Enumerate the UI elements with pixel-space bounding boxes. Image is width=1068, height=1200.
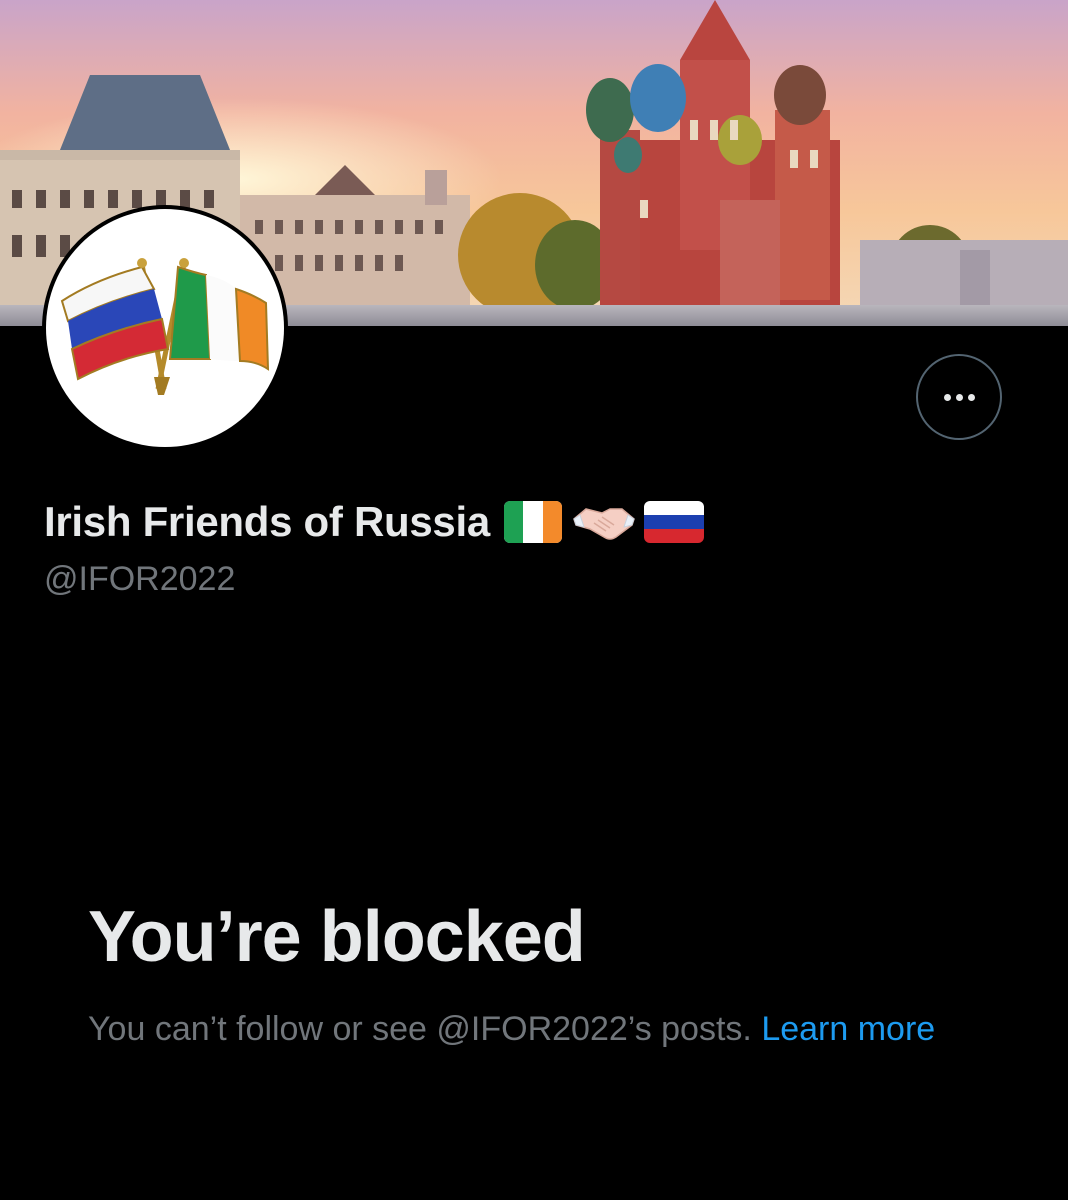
flag-russia-icon bbox=[643, 501, 704, 543]
profile-name-row: Irish Friends of Russia bbox=[44, 494, 704, 550]
blocked-title: You’re blocked bbox=[88, 897, 586, 977]
learn-more-link[interactable]: Learn more bbox=[761, 1010, 935, 1048]
profile-handle: @IFOR2022 bbox=[44, 560, 236, 598]
more-options-button[interactable] bbox=[916, 354, 1002, 440]
russia-ireland-friendship-pin-icon bbox=[60, 258, 270, 395]
blocked-message: You can’t follow or see @IFOR2022’s post… bbox=[88, 1004, 968, 1054]
handshake-icon bbox=[572, 501, 636, 543]
profile-avatar[interactable] bbox=[42, 205, 288, 451]
flag-ireland-icon bbox=[503, 501, 562, 543]
blocked-message-text: You can’t follow or see @IFOR2022’s post… bbox=[88, 1010, 762, 1048]
ellipsis-icon bbox=[943, 393, 975, 401]
display-name: Irish Friends of Russia bbox=[44, 498, 490, 545]
